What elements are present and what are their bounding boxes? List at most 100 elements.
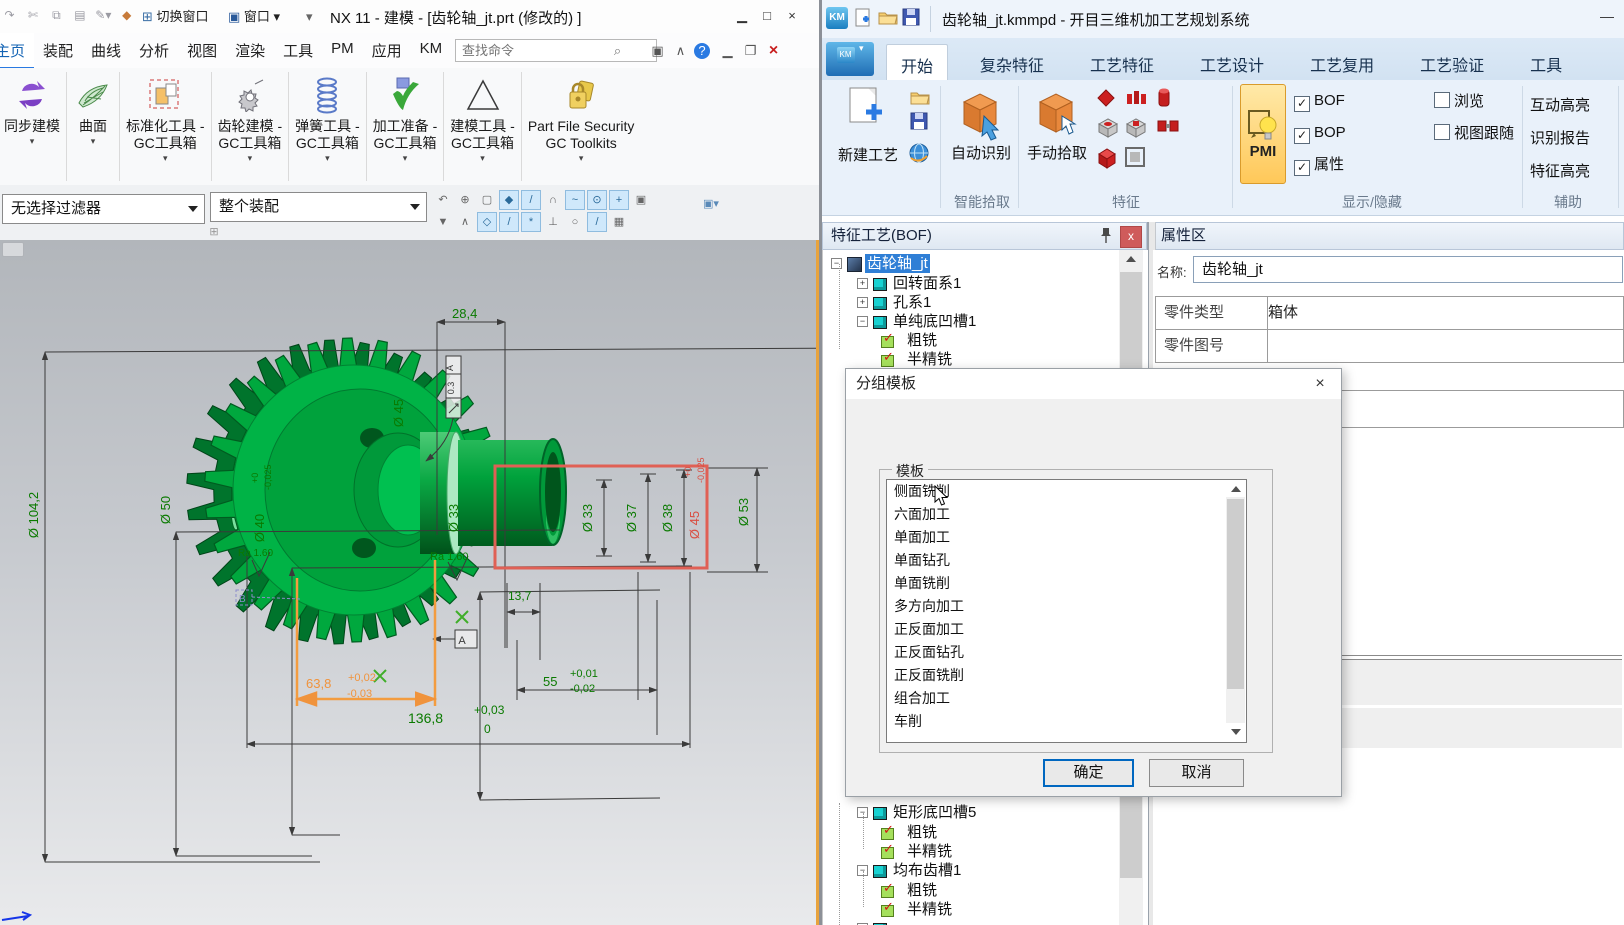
name-field[interactable]: 齿轮轴_jt: [1193, 256, 1623, 283]
recognition-report-button[interactable]: 识别报告: [1530, 127, 1590, 148]
pmi-toggle-button[interactable]: PMI: [1240, 84, 1286, 184]
toolbar-overflow-button[interactable]: ▾: [300, 5, 319, 28]
dim-45-selected[interactable]: Ø 45: [687, 511, 702, 539]
nx-menu-tab-2[interactable]: 装配: [34, 33, 82, 67]
snap-icon-4[interactable]: ◆: [499, 190, 519, 210]
template-item-5[interactable]: 单面铣削: [887, 572, 1246, 595]
ribbon-options-icon[interactable]: ▣: [648, 42, 667, 60]
part-no-value[interactable]: [1260, 330, 1623, 362]
tree-item-齿轮轴_jt[interactable]: −齿轮轴_jt: [823, 254, 1148, 273]
nx-menu-tab-9[interactable]: 应用: [363, 33, 411, 67]
tree-item-孔系1[interactable]: +孔系1: [823, 293, 1148, 312]
snap-icon-17[interactable]: ○: [565, 212, 585, 232]
dialog-close-icon[interactable]: ×: [1307, 372, 1333, 396]
dim-50[interactable]: Ø 50: [158, 496, 173, 524]
undo-icon[interactable]: ↷: [1, 7, 18, 24]
snap-icon-18[interactable]: /: [587, 212, 607, 232]
dim-40[interactable]: Ø 40: [252, 514, 267, 542]
snap-icon-19[interactable]: ▦: [609, 212, 629, 232]
dim-55[interactable]: 55: [543, 674, 557, 689]
snap-icon-13[interactable]: ◇: [477, 212, 497, 232]
nx-menu-tab-1[interactable]: 主页: [0, 33, 34, 70]
tree-item-半精铣[interactable]: 半精铣: [823, 842, 1148, 861]
format-brush-icon[interactable]: ◆: [118, 7, 135, 24]
open-process-icon[interactable]: [910, 88, 930, 111]
tree-item[interactable]: −: [823, 919, 1148, 925]
template-item-11[interactable]: 车削: [887, 710, 1246, 733]
view-style-icon[interactable]: ▣▾: [701, 194, 721, 214]
snap-icon-1[interactable]: ↶: [433, 190, 453, 210]
toolbar-button-surface[interactable]: 曲面▾: [69, 68, 117, 185]
open-file-icon[interactable]: [878, 8, 898, 31]
feature-highlight-button[interactable]: 特征高亮: [1530, 160, 1590, 181]
switch-window-button[interactable]: ⊞ 切换窗口: [136, 5, 215, 28]
tree-item-均布齿槽1[interactable]: −均布齿槽1: [823, 861, 1148, 880]
surface-finish-ra[interactable]: Ra 1.60: [430, 551, 469, 563]
checkbox-view-follow[interactable]: 视图跟随: [1434, 124, 1514, 142]
search-icon[interactable]: ⌕: [608, 42, 627, 60]
pen-icon[interactable]: ✎▾: [95, 7, 112, 24]
km-minimize-button[interactable]: —: [1600, 8, 1614, 24]
toolbar-button-triangle[interactable]: 建模工具 - GC工具箱▾: [446, 68, 519, 185]
dim-33-left[interactable]: Ø 33: [446, 504, 461, 532]
snap-icon-15[interactable]: *: [521, 212, 541, 232]
snap-icon-6[interactable]: ∩: [543, 190, 563, 210]
snap-icon-16[interactable]: ⊥: [543, 212, 563, 232]
dim-38[interactable]: Ø 38: [660, 504, 675, 532]
tree-item-回转面系1[interactable]: +回转面系1: [823, 274, 1148, 293]
save-process-icon[interactable]: [910, 112, 928, 135]
manual-pick-button[interactable]: 手动拾取: [1022, 86, 1092, 163]
snap-icon-8[interactable]: ⊙: [587, 190, 607, 210]
km-tab-3[interactable]: 工艺特征: [1076, 44, 1168, 85]
nx-minimize-button[interactable]: ▁: [731, 6, 753, 26]
close-icon[interactable]: ×: [764, 42, 783, 60]
tree-item-粗铣[interactable]: 粗铣: [823, 331, 1148, 350]
cylinder-feature-icon[interactable]: [1156, 86, 1172, 115]
face-feature-icon[interactable]: [1124, 146, 1146, 173]
dim-136-8[interactable]: 136,8: [408, 710, 443, 726]
km-app-menu-button[interactable]: KM ▾: [826, 42, 874, 76]
scroll-up-icon[interactable]: [1226, 480, 1245, 497]
tree-expand-icon[interactable]: +: [857, 278, 868, 289]
snap-icon-10[interactable]: ▣: [631, 190, 651, 210]
km-tab-5[interactable]: 工艺复用: [1296, 44, 1388, 85]
tree-item-矩形底凹槽5[interactable]: −矩形底凹槽5: [823, 803, 1148, 822]
tree-item-半精铣[interactable]: 半精铣: [823, 900, 1148, 919]
toolbar-button-spring[interactable]: 弹簧工具 - GC工具箱▾: [291, 68, 364, 185]
toolbar-button-sync[interactable]: 同步建模▾: [0, 68, 64, 185]
publish-icon[interactable]: [908, 142, 930, 169]
panel-close-icon[interactable]: x: [1120, 226, 1142, 248]
view-corner-widget[interactable]: [2, 242, 24, 257]
tree-expand-icon[interactable]: −: [857, 316, 868, 327]
part-type-value[interactable]: 箱体: [1260, 297, 1623, 329]
tree-expand-icon[interactable]: +: [857, 297, 868, 308]
dim-45-gear[interactable]: Ø 45: [391, 399, 406, 427]
interactive-highlight-button[interactable]: 互动高亮: [1530, 94, 1590, 115]
dim-13-7[interactable]: 13,7: [508, 589, 532, 603]
snap-icon-7[interactable]: ~: [565, 190, 585, 210]
checkbox-attr[interactable]: ✓属性: [1294, 156, 1344, 174]
hole-feature-icon[interactable]: [1096, 116, 1120, 145]
template-item-4[interactable]: 单面钻孔: [887, 549, 1246, 572]
scroll-down-icon[interactable]: [1226, 723, 1245, 740]
nx-maximize-button[interactable]: □: [756, 6, 778, 26]
template-item-3[interactable]: 单面加工: [887, 526, 1246, 549]
dim-104-2[interactable]: Ø 104,2: [26, 492, 41, 538]
km-tab-2[interactable]: 复杂特征: [966, 44, 1058, 85]
new-file-icon[interactable]: [854, 8, 872, 33]
cut-icon[interactable]: ✄: [24, 7, 41, 24]
window-button[interactable]: ▣ 窗口 ▾: [222, 5, 286, 28]
snap-icon-14[interactable]: /: [499, 212, 519, 232]
nx-menu-tab-7[interactable]: 工具: [274, 33, 322, 67]
list-scrollbar-thumb[interactable]: [1227, 499, 1244, 689]
template-list[interactable]: 侧面铣削六面加工单面加工单面钻孔单面铣削多方向加工正反面加工正反面钻孔正反面铣削…: [886, 479, 1247, 743]
checkbox-browse[interactable]: 浏览: [1434, 92, 1484, 110]
dim-33[interactable]: Ø 33: [580, 504, 595, 532]
selection-scope-combo[interactable]: 整个装配: [210, 192, 427, 222]
toolbar-button-check[interactable]: 加工准备 - GC工具箱▾: [369, 68, 442, 185]
snap-icon-3[interactable]: ▢: [477, 190, 497, 210]
tree-item-粗铣[interactable]: 粗铣: [823, 823, 1148, 842]
dim-37[interactable]: Ø 37: [624, 504, 639, 532]
tree-expand-icon[interactable]: −: [831, 258, 842, 269]
slot-feature-icon[interactable]: [1156, 116, 1180, 141]
